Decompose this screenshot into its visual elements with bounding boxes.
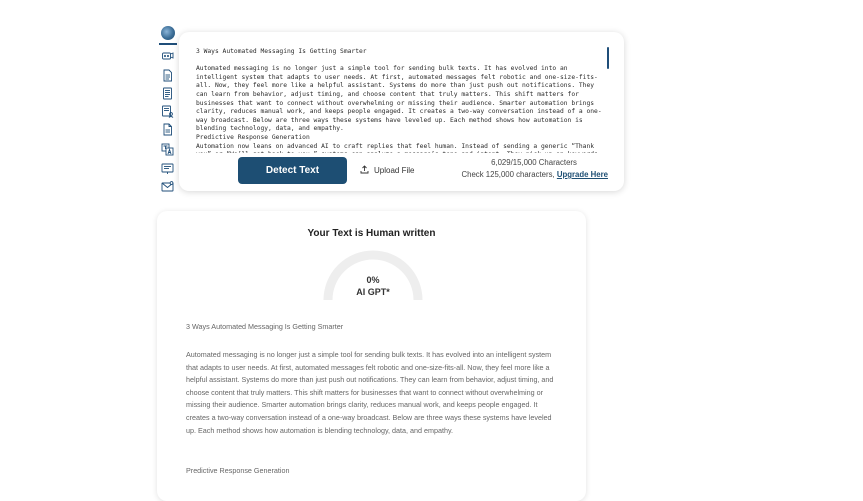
ai-percent: 0%: [366, 275, 380, 285]
character-limit-text: Check 125,000 characters,: [461, 170, 555, 179]
character-count: 6,029/15,000 Characters: [491, 158, 577, 167]
result-doc-title: 3 Ways Automated Messaging Is Getting Sm…: [186, 322, 344, 331]
text-input-area[interactable]: 3 Ways Automated Messaging Is Getting Sm…: [196, 48, 608, 153]
upload-file-button[interactable]: Upload File: [360, 163, 414, 177]
upload-icon: [360, 164, 369, 176]
upload-file-label: Upload File: [374, 165, 415, 175]
slides-icon[interactable]: [161, 162, 174, 175]
ai-label: AI GPT*: [356, 287, 390, 297]
sidebar-active-indicator: [159, 43, 177, 45]
input-paragraph: Automated messaging is no longer just a …: [196, 65, 602, 133]
input-doc-title: 3 Ways Automated Messaging Is Getting Sm…: [196, 48, 367, 55]
document-icon[interactable]: [161, 69, 174, 82]
result-subheading: Predictive Response Generation: [186, 466, 290, 475]
mail-icon[interactable]: [161, 180, 174, 193]
globe-logo-icon[interactable]: [161, 26, 175, 40]
result-paragraph: Automated messaging is no longer just a …: [186, 350, 554, 435]
input-subheading: Predictive Response Generation: [196, 133, 310, 141]
document-list-icon[interactable]: [161, 87, 174, 100]
result-heading: Your Text is Human written: [307, 228, 436, 239]
upgrade-link[interactable]: Upgrade Here: [557, 170, 608, 179]
document-edit-icon[interactable]: [161, 123, 174, 136]
result-card: Your Text is Human written 0% AI GPT* 3 …: [157, 211, 586, 501]
text-scrollbar[interactable]: [607, 47, 609, 69]
document-user-icon[interactable]: [161, 105, 174, 118]
translate-icon[interactable]: [161, 143, 174, 156]
input-paragraph: Automation now leans on advanced AI to c…: [196, 142, 598, 153]
character-limit-info: Check 125,000 characters, Upgrade Here: [440, 170, 609, 179]
chat-bot-icon[interactable]: [161, 50, 174, 63]
detect-text-button[interactable]: Detect Text: [238, 157, 347, 184]
